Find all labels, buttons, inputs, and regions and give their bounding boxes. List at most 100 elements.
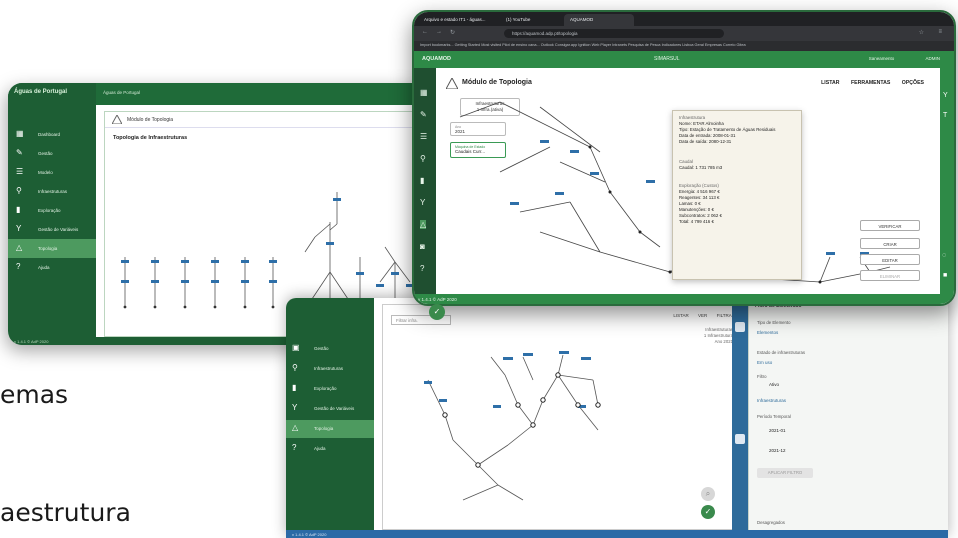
bottom-label[interactable]: Desagregados (757, 520, 785, 525)
layers-icon[interactable] (735, 434, 745, 444)
sidebar-item-ajuda[interactable]: ? Ajuda (286, 440, 374, 458)
browser-tab-active[interactable]: AQUAMOD (564, 14, 634, 26)
topology-graph[interactable] (383, 305, 745, 531)
breadcrumb[interactable]: Águas de Portugal (103, 90, 140, 95)
database-icon[interactable]: ◙ (420, 242, 425, 251)
browser-tab[interactable]: (1) YouTube (500, 14, 536, 26)
sidebar-item-topologia[interactable]: △ Topologia (8, 239, 96, 258)
browser-tab-bar: Arquivo e estado IT1 - águas... (1) YouT… (414, 12, 954, 26)
screenshot-topology-detail: Arquivo e estado IT1 - águas... (1) YouT… (412, 10, 956, 306)
system-selector[interactable]: Saneamento (869, 56, 895, 61)
list-icon[interactable]: ☰ (420, 132, 427, 141)
infrastructure-select[interactable]: Infraestruturas (757, 398, 786, 403)
browser-tab[interactable]: Arquivo e estado IT1 - águas... (418, 14, 492, 26)
sidebar-item-exploracao[interactable]: ▮ Exploração (286, 380, 374, 398)
sidebar-item-infraestruturas[interactable]: ⚲ Infraestruturas (286, 360, 374, 378)
sidebar-item-label: Infraestruturas (38, 189, 68, 194)
url-input[interactable]: https://aquamod.adp.pt/topologia (504, 29, 724, 38)
sidebar-item-label: Ajuda (314, 446, 326, 451)
version-text: v 1.4.1 © AdP 2020 (418, 297, 457, 302)
filter-value[interactable]: Ativo (769, 382, 779, 387)
reload-icon[interactable]: ↻ (450, 29, 455, 36)
edit-icon: ☰ (16, 167, 24, 176)
back-icon[interactable]: ← (422, 29, 428, 35)
funnel-icon[interactable]: Y (420, 198, 425, 207)
sidebar-item-modelo[interactable]: ☰ Modelo (8, 163, 96, 182)
infrastructure-icon: ⚲ (16, 186, 22, 195)
tooltip-date-out: Data de saída: 2080-12-31 (679, 139, 732, 144)
sidebar-item-label: Gestão (38, 151, 53, 156)
sidebar-item-variaveis[interactable]: Y Gestão de Variáveis (286, 400, 374, 418)
infrastructure-icon[interactable]: ⚲ (420, 154, 426, 163)
star-icon[interactable]: ☆ (919, 29, 924, 36)
user-name[interactable]: ADMIN (926, 56, 941, 61)
infrastructure-tooltip: Infraestrutura Nome: ETAR Almoinha Tipo:… (672, 110, 802, 280)
presentation-slide: emas aestrutura Águas de Portugal Águas … (0, 0, 958, 538)
topology-icon[interactable]: △ (420, 220, 427, 229)
sidebar-item-exploracao[interactable]: ▮ Exploração (8, 201, 96, 220)
verify-button[interactable]: VERIFICAR (860, 220, 920, 231)
entity-name[interactable]: SIMARSUL (654, 56, 680, 62)
forward-icon[interactable]: → (436, 29, 442, 35)
sidebar-item-label: Dashboard (38, 132, 61, 137)
filter-icon[interactable]: T (943, 112, 947, 119)
exploration-icon: ▮ (16, 205, 21, 214)
refresh-icon[interactable]: ◌ (942, 252, 946, 259)
app-logo: Águas de Portugal (14, 89, 68, 95)
delete-button[interactable]: ELIMINAR (860, 270, 920, 281)
topology-panel: Filtrar infra. LISTAR VER FILTRAR Infrae… (382, 304, 744, 530)
settings-icon: ✎ (16, 148, 23, 157)
user-area: Saneamento ADMIN (869, 56, 940, 61)
settings-icon[interactable]: ■ (943, 272, 947, 279)
exploration-icon[interactable]: ▮ (420, 176, 424, 185)
confirm-icon[interactable]: ✓ (701, 505, 715, 519)
field-label: Período Temporal (757, 414, 791, 419)
element-type-select[interactable]: Elementos (757, 330, 778, 335)
version-text: v 1.4.1 © AdP 2020 (292, 532, 327, 537)
bookmarks-bar[interactable]: Import bookmarks... Getting Started Most… (414, 41, 954, 51)
sidebar-menu: ▦ Dashboard ✎ Gestão ☰ Modelo ⚲ Infraestrutu… (8, 125, 96, 277)
menu-icon[interactable]: ≡ (938, 29, 942, 35)
dashboard-icon: ▦ (16, 129, 24, 138)
sidebar-item-gestao[interactable]: ▣ Gestão (286, 340, 374, 358)
state-select[interactable]: Em uso (757, 360, 772, 365)
sidebar: ▣ Gestão ⚲ Infraestruturas ▮ Exploração Y Ge… (286, 298, 374, 538)
sidebar-item-infraestruturas[interactable]: ⚲ Infraestruturas (8, 182, 96, 201)
app-name: AQUAMOD (422, 56, 452, 62)
screenshot-topology-filter: ▣ Gestão ⚲ Infraestruturas ▮ Exploração Y Ge… (286, 298, 948, 538)
version-text: v 1.4.1 © AdP 2020 (14, 339, 49, 344)
right-tool-strip: Y T ◌ ■ (940, 68, 954, 300)
info-icon[interactable] (735, 322, 745, 332)
edit-button[interactable]: EDITAR (860, 254, 920, 265)
zoom-button[interactable]: ⌕ (701, 487, 715, 501)
sidebar-item-dashboard[interactable]: ▦ Dashboard (8, 125, 96, 144)
funnel-icon: Y (292, 403, 298, 412)
dashboard-icon[interactable]: ▦ (420, 88, 428, 97)
date-from-input[interactable]: 2021-01 (769, 428, 786, 433)
sidebar-item-gestao[interactable]: ✎ Gestão (8, 144, 96, 163)
browser-address-bar: ← → ↻ https://aquamod.adp.pt/topologia ☆… (414, 26, 954, 41)
edit-icon[interactable]: ✎ (420, 110, 427, 119)
sidebar-item-variaveis[interactable]: Y Gestão de Variáveis (8, 220, 96, 239)
sidebar-item-topologia[interactable]: △ Topologia (286, 420, 374, 438)
app-footer: v 1.4.1 © AdP 2020 (286, 530, 948, 538)
app-top-bar: AQUAMOD SIMARSUL Saneamento ADMIN (414, 51, 954, 68)
topology-panel: Módulo de Topologia LISTAR FERRAMENTAS O… (440, 72, 934, 296)
apply-filter-button[interactable]: APLICAR FILTRO (757, 468, 813, 478)
slide-text-line-2: aestrutura (0, 498, 131, 527)
confirm-icon[interactable]: ✓ (429, 304, 445, 320)
date-to-input[interactable]: 2021-12 (769, 448, 786, 453)
create-button[interactable]: CRIAR (860, 238, 920, 249)
sidebar-item-label: Topologia (38, 246, 58, 251)
slide-text-line-1: emas (0, 380, 69, 409)
sidebar-item-label: Topologia (314, 426, 334, 431)
exploration-icon: ▮ (292, 383, 297, 392)
sidebar-item-label: Exploração (314, 386, 337, 391)
sidebar-item-ajuda[interactable]: ? Ajuda (8, 258, 96, 277)
tooltip-flow: Caudal: 1 731 785 m3 (679, 165, 723, 170)
tooltip-total: Total: 4 799 416 € (679, 219, 714, 224)
sidebar-item-label: Ajuda (38, 265, 50, 270)
field-label: Tipo de Elemento (757, 320, 791, 325)
help-icon[interactable]: ? (420, 264, 424, 273)
funnel-icon[interactable]: Y (943, 92, 948, 99)
